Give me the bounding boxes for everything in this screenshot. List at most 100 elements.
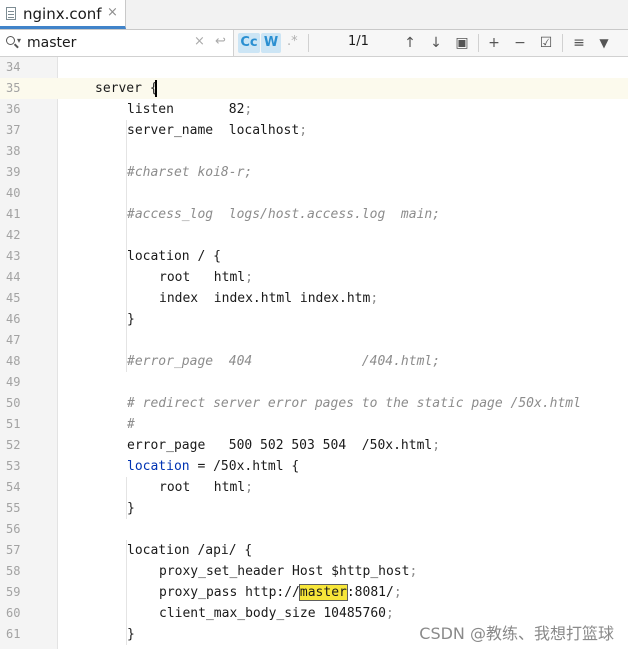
select-all-occurrences-icon[interactable]: ☑ <box>536 33 556 53</box>
new-line-icon[interactable]: ↩ <box>215 34 226 49</box>
code-comment: #charset koi8-r; <box>127 165 253 180</box>
previous-occurrence-icon[interactable]: ↑ <box>400 33 420 53</box>
line-number: 61 <box>6 627 21 641</box>
code-line[interactable]: 51 # <box>0 414 628 435</box>
code-token: = /50x.html { <box>189 459 300 474</box>
code-text: root html; <box>159 267 253 288</box>
line-number: 47 <box>6 333 21 347</box>
code-token: :8081/ <box>346 585 394 600</box>
code-line[interactable]: 53 location = /50x.html { <box>0 456 628 477</box>
code-line[interactable]: 36 listen 82; <box>0 99 628 120</box>
tab-title: nginx.conf <box>23 5 102 23</box>
code-text: location / { <box>127 246 221 267</box>
code-text: location = /50x.html { <box>127 456 299 477</box>
clear-search-icon[interactable]: × <box>194 34 205 49</box>
code-line[interactable]: 54 root html; <box>0 477 628 498</box>
line-number: 52 <box>6 438 21 452</box>
match-count: 1/1 <box>348 34 369 49</box>
code-text: client_max_body_size 10485760; <box>159 603 394 624</box>
code-editor[interactable]: 34 35 server {36 listen 82; 37 server_name lo… <box>0 57 628 649</box>
code-token: } <box>127 312 135 327</box>
code-line[interactable]: 40 <box>0 183 628 204</box>
line-number: 43 <box>6 249 21 263</box>
code-text: } <box>127 624 135 645</box>
add-occurrence-icon[interactable]: + <box>484 33 504 53</box>
code-token: listen 82 <box>127 102 245 117</box>
code-line[interactable]: 35 server { <box>0 78 628 99</box>
code-line[interactable]: 52 error_page 500 502 503 504 /50x.html; <box>0 435 628 456</box>
line-number: 49 <box>6 375 21 389</box>
code-text: #error_page 404 /404.html; <box>127 351 440 372</box>
whole-words-toggle[interactable]: W <box>261 33 281 53</box>
code-line[interactable]: 34 <box>0 57 628 78</box>
code-text: root html; <box>159 477 253 498</box>
code-token: root html <box>159 480 246 495</box>
toolbar-separator <box>562 34 563 52</box>
line-number: 38 <box>6 144 21 158</box>
code-line[interactable]: 57 location /api/ { <box>0 540 628 561</box>
code-text: #charset koi8-r; <box>127 162 252 183</box>
code-line[interactable]: 47 <box>0 330 628 351</box>
multiline-icon[interactable]: ≡ <box>569 33 589 53</box>
remove-occurrence-icon[interactable]: − <box>510 33 530 53</box>
filter-icon[interactable]: ▼ <box>594 33 614 53</box>
code-line[interactable]: 44 root html; <box>0 267 628 288</box>
line-number: 41 <box>6 207 21 221</box>
code-line[interactable]: 38 <box>0 141 628 162</box>
code-line[interactable]: 56 <box>0 519 628 540</box>
code-line[interactable]: 46} <box>0 309 628 330</box>
code-comment: #access_log logs/host.access.log main; <box>127 207 441 222</box>
code-line[interactable]: 41 #access_log logs/host.access.log main; <box>0 204 628 225</box>
code-text: location /api/ { <box>127 540 252 561</box>
line-number: 35 <box>0 78 57 99</box>
code-text: server_name localhost; <box>127 120 307 141</box>
code-line[interactable]: 45 index index.html index.htm; <box>0 288 628 309</box>
code-token: ; <box>393 585 402 600</box>
code-line[interactable]: 59 proxy_pass http://master:8081/; <box>0 582 628 603</box>
watermark: CSDN @教练、我想打篮球 <box>419 624 614 643</box>
code-token: client_max_body_size 10485760 <box>159 606 386 621</box>
search-history-dropdown-icon[interactable]: ▾ <box>17 36 21 45</box>
code-keyword: location <box>127 459 190 474</box>
line-number: 48 <box>6 354 21 368</box>
line-number: 59 <box>6 585 21 599</box>
filter-search-results-icon[interactable]: ▣ <box>452 33 472 53</box>
regex-toggle[interactable]: .* <box>287 34 298 49</box>
code-line[interactable]: 58 proxy_set_header Host $http_host; <box>0 561 628 582</box>
match-case-toggle[interactable]: Cc <box>238 33 260 53</box>
code-line[interactable]: 39 #charset koi8-r; <box>0 162 628 183</box>
line-number: 60 <box>6 606 21 620</box>
line-number: 56 <box>6 522 21 536</box>
code-token: location /api/ { <box>127 543 253 558</box>
line-number: 53 <box>6 459 21 473</box>
file-icon <box>6 7 16 20</box>
code-text: proxy_pass http://master:8081/; <box>159 582 402 603</box>
code-line[interactable]: 37 server_name localhost; <box>0 120 628 141</box>
code-token: server_name localhost <box>127 123 300 138</box>
line-number: 51 <box>6 417 21 431</box>
close-icon[interactable]: × <box>107 5 118 20</box>
code-token: error_page 500 502 503 504 /50x.html <box>127 438 433 453</box>
search-input[interactable] <box>27 33 187 52</box>
search-field: ▾ × ↩ <box>0 30 234 56</box>
editor-tab-bar: nginx.conf × <box>0 0 628 30</box>
line-number: 40 <box>6 186 21 200</box>
code-text: } <box>127 498 135 519</box>
code-line[interactable]: 55} <box>0 498 628 519</box>
search-icon[interactable] <box>6 36 15 45</box>
code-line[interactable]: 42 <box>0 225 628 246</box>
code-line[interactable]: 43 location / { <box>0 246 628 267</box>
next-occurrence-icon[interactable]: ↓ <box>426 33 446 53</box>
code-text: # redirect server error pages to the sta… <box>127 393 581 414</box>
code-line[interactable]: 49 <box>0 372 628 393</box>
code-token: ; <box>370 291 379 306</box>
code-line[interactable]: 50 # redirect server error pages to the s… <box>0 393 628 414</box>
code-text: } <box>127 309 135 330</box>
code-line[interactable]: 48 #error_page 404 /404.html; <box>0 351 628 372</box>
code-comment: #error_page 404 /404.html; <box>127 354 441 369</box>
code-token: location / { <box>127 249 221 264</box>
tab-nginx-conf[interactable]: nginx.conf × <box>0 0 126 29</box>
code-token: ; <box>432 438 441 453</box>
code-text: index index.html index.htm; <box>159 288 378 309</box>
search-match-highlight: master <box>298 584 348 601</box>
